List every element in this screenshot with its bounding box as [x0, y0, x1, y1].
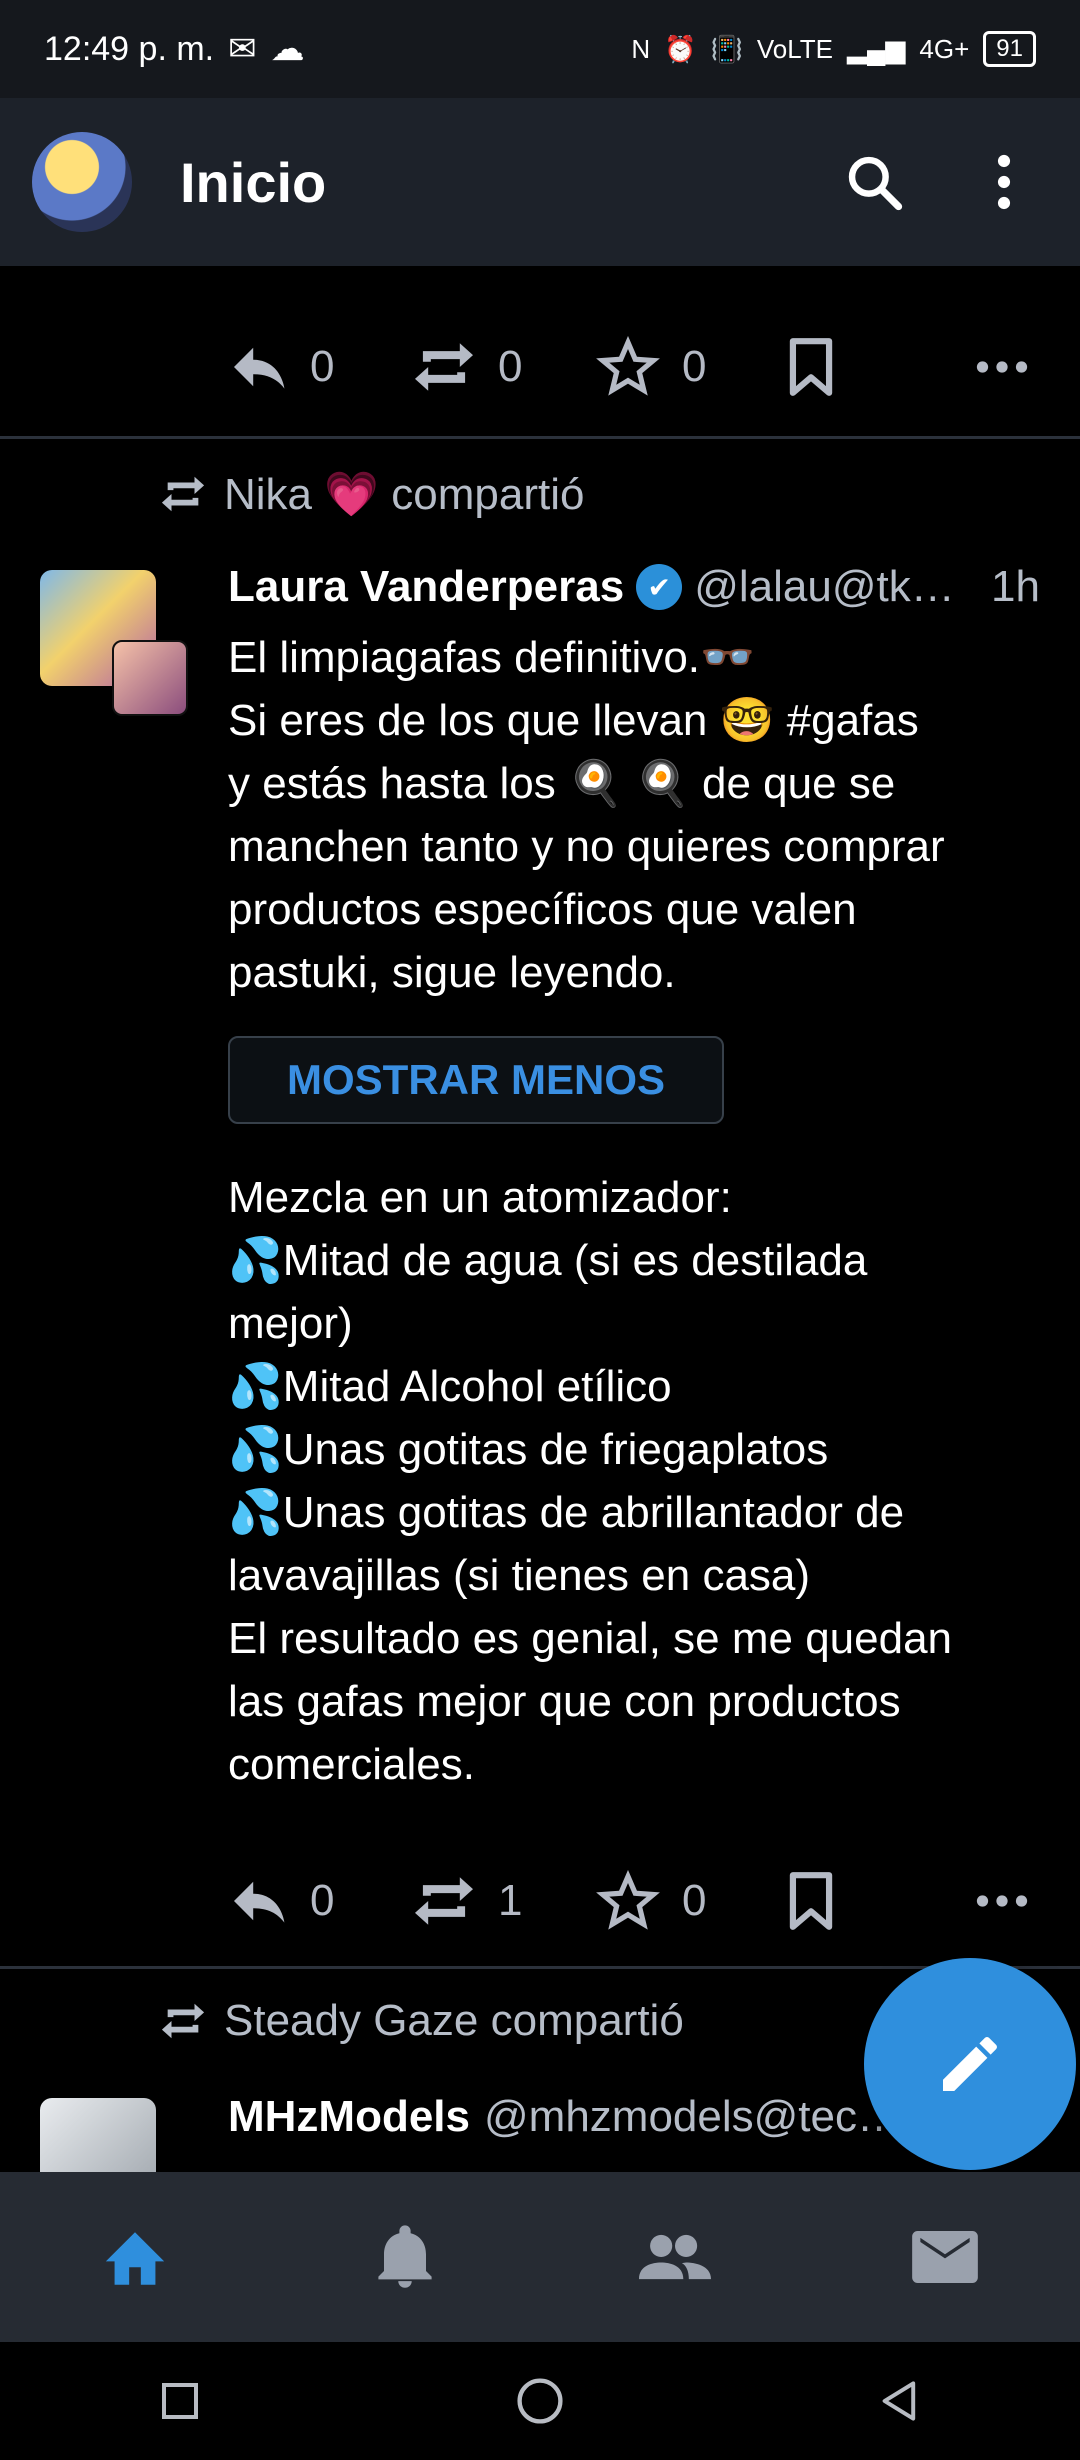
boost-count: 0 — [498, 342, 523, 391]
reply-button[interactable]: 0 — [228, 342, 412, 392]
reply-count: 0 — [310, 1876, 335, 1925]
post-actions-prev: 0 0 0 — [228, 322, 1048, 412]
boosted-by-line[interactable]: Steady Gaze compartió — [160, 1996, 684, 2046]
app-bar: Inicio — [0, 98, 1080, 266]
post-divider — [0, 1966, 1080, 1969]
post-cw-content: Mezcla en un atomizador: 💦Mitad de agua … — [228, 1173, 953, 1789]
boost-small-icon — [161, 2003, 205, 2039]
nav-messages[interactable] — [885, 2197, 1005, 2317]
back-icon[interactable] — [855, 2356, 945, 2446]
favourite-button[interactable]: 0 — [596, 336, 786, 398]
more-horiz-icon[interactable] — [976, 360, 1028, 374]
page-title: Inicio — [180, 150, 327, 214]
reply-count: 0 — [310, 342, 335, 391]
bottom-navigation — [0, 2172, 1080, 2342]
author-avatar[interactable] — [40, 2098, 156, 2172]
mail-icon — [912, 2231, 978, 2283]
bookmark-button[interactable] — [786, 1870, 966, 1932]
home-feed[interactable]: 0 0 0 Nika 💗 compartió Laura Vanderperas… — [0, 266, 1080, 2172]
nav-home[interactable] — [75, 2197, 195, 2317]
network-label: 4G+ — [919, 33, 970, 64]
favourite-button[interactable]: 0 — [596, 1870, 786, 1932]
cloud-icon: ☁ — [270, 30, 305, 68]
alarm-icon: ⏰ — [664, 33, 697, 64]
boost-small-icon — [161, 476, 205, 512]
account-avatar[interactable] — [32, 132, 132, 232]
boost-button[interactable]: 0 — [412, 338, 596, 396]
favourite-count: 0 — [682, 1876, 707, 1925]
nav-people[interactable] — [615, 2197, 735, 2317]
post-actions: 0 1 0 — [228, 1856, 1048, 1946]
battery-indicator: 91 — [983, 31, 1036, 67]
bell-icon — [378, 2225, 432, 2288]
author-handle: @lalau@tk… — [694, 562, 955, 611]
nav-notifications[interactable] — [345, 2197, 465, 2317]
edit-icon — [943, 2037, 997, 2091]
boost-button[interactable]: 1 — [412, 1872, 596, 1930]
status-time: 12:49 p. m. — [44, 29, 215, 68]
boosted-by-text: Nika 💗 compartió — [224, 470, 585, 519]
favourite-count: 0 — [682, 342, 707, 391]
gmail-icon: ✉ — [228, 30, 257, 68]
search-icon[interactable] — [842, 150, 906, 214]
volte-label: VoLTE — [756, 33, 833, 64]
boosted-by-text: Steady Gaze compartió — [224, 1996, 684, 2045]
boosted-by-line[interactable]: Nika 💗 compartió — [160, 468, 584, 520]
signal-icon: ▂▄▆ — [847, 33, 906, 64]
vibrate-icon: 📳 — [710, 33, 743, 64]
status-bar: 12:49 p. m. ✉ ☁ N ⏰ 📳 VoLTE ▂▄▆ 4G+ 91 — [0, 0, 1080, 98]
boost-count: 1 — [498, 1876, 523, 1925]
home-circle-icon[interactable] — [495, 2356, 585, 2446]
nfc-icon: N — [631, 33, 651, 64]
post-header[interactable]: Laura Vanderperas ✔ @lalau@tk… 1h — [228, 562, 1040, 612]
system-navigation — [0, 2342, 1080, 2460]
post-content: El limpiagafas definitivo.👓 Si eres de l… — [228, 633, 945, 997]
post-time: 1h — [991, 562, 1040, 611]
more-vert-icon[interactable] — [972, 150, 1036, 214]
verified-icon: ✔ — [636, 564, 683, 610]
post-divider — [0, 436, 1080, 439]
author-name: MHzModels — [228, 2092, 470, 2141]
compose-button[interactable] — [864, 1958, 1076, 2170]
reply-button[interactable]: 0 — [228, 1876, 412, 1926]
more-horiz-icon[interactable] — [976, 1894, 1028, 1908]
show-less-button[interactable]: MOSTRAR MENOS — [228, 1036, 724, 1124]
booster-avatar[interactable] — [112, 640, 188, 716]
author-name: Laura Vanderperas — [228, 562, 625, 611]
home-icon — [105, 2232, 165, 2285]
people-icon — [639, 2234, 711, 2280]
bookmark-button[interactable] — [786, 336, 966, 398]
recents-icon[interactable] — [135, 2356, 225, 2446]
